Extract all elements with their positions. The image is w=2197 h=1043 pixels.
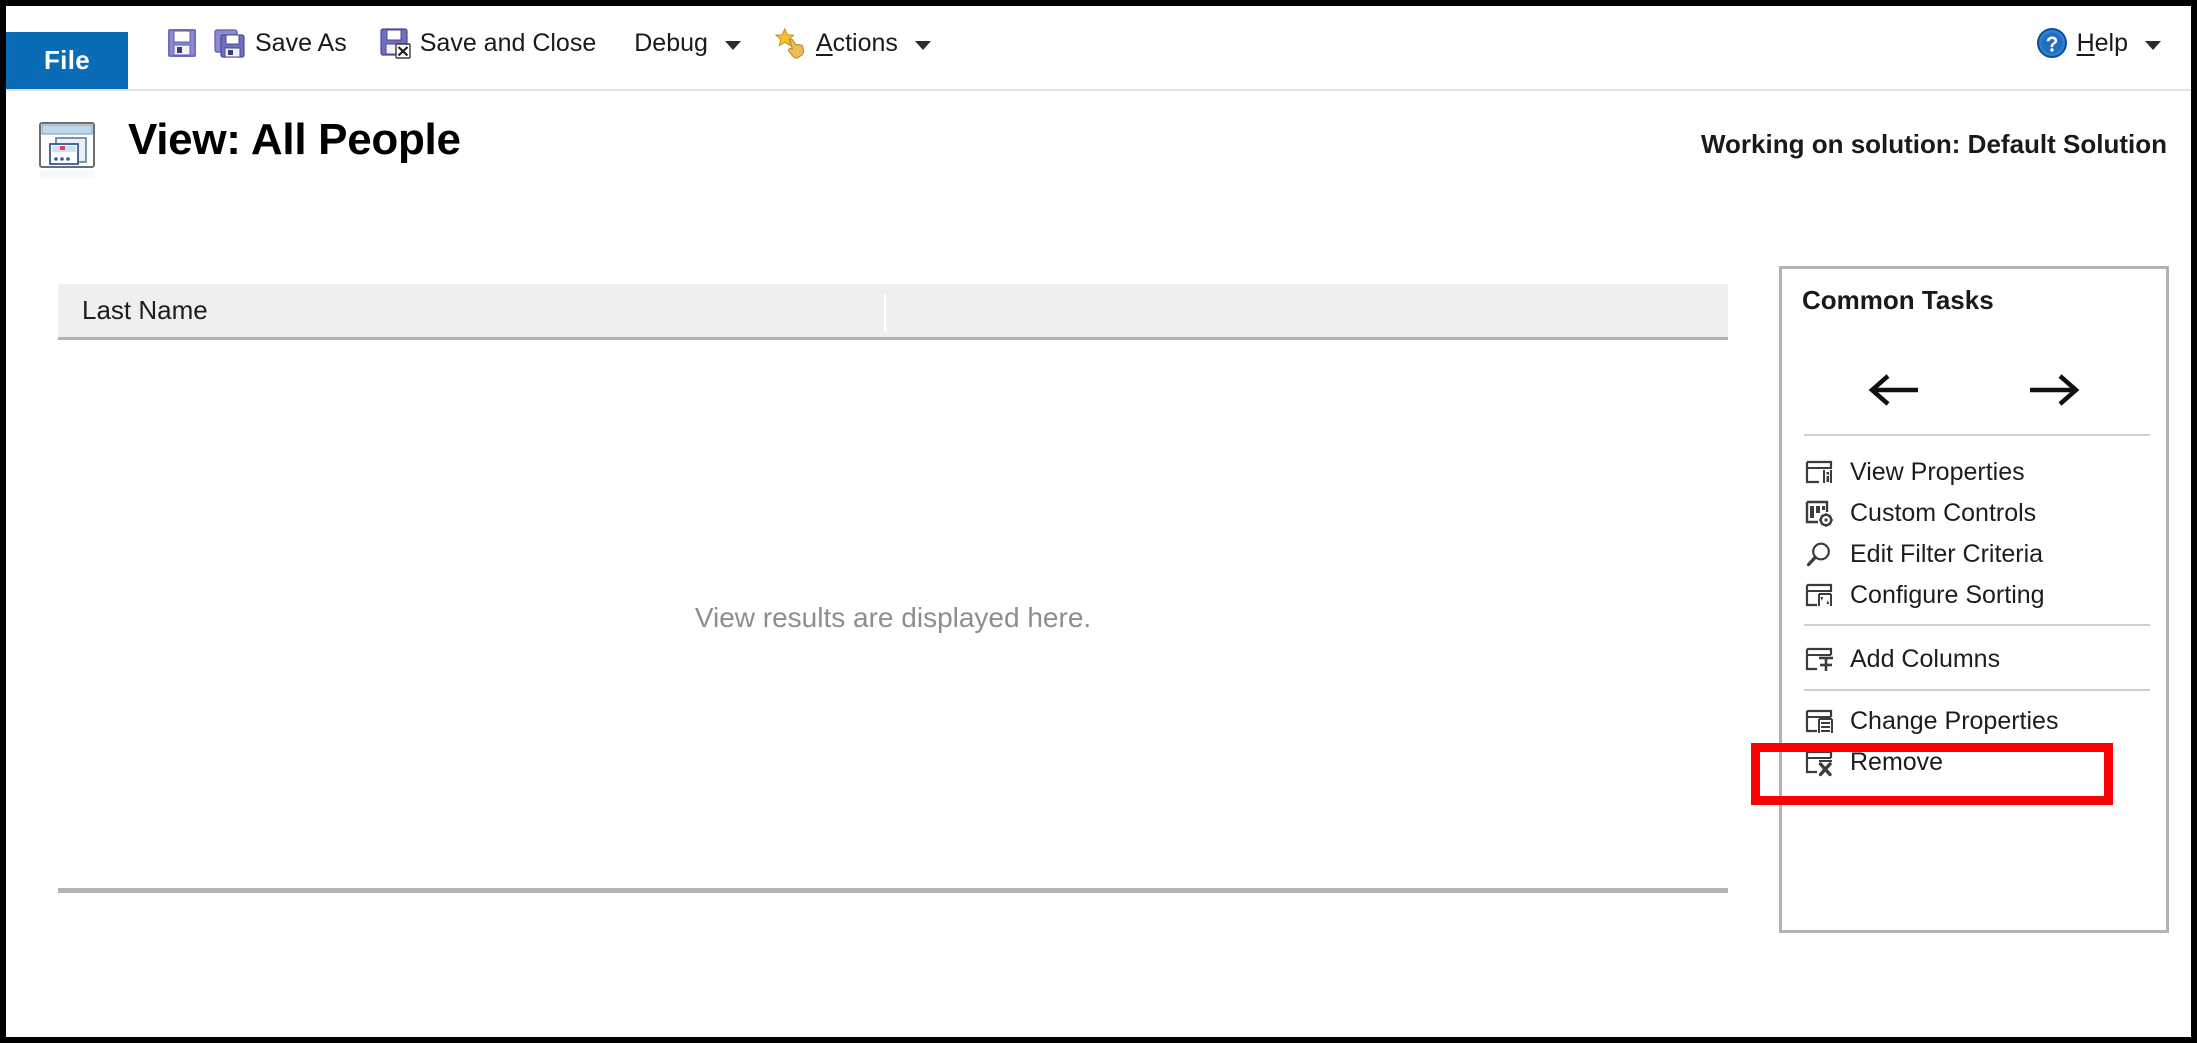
solution-context-label: Working on solution: Default Solution: [1700, 129, 2167, 159]
configure-sorting-icon: [1804, 580, 1836, 612]
chevron-down-icon: [2145, 41, 2161, 50]
common-tasks-title: Common Tasks: [1802, 285, 1994, 315]
common-task-add-columns[interactable]: Add Columns: [1782, 639, 2166, 680]
save-and-close-button[interactable]: Save and Close: [371, 19, 605, 67]
view-form-window-icon: [36, 117, 104, 183]
toolbar-commands: Save As Save and Close Debug Actions: [158, 14, 939, 72]
common-task-custom-controls[interactable]: Custom Controls: [1782, 493, 2166, 534]
file-tab[interactable]: File: [6, 32, 128, 89]
grid-column-header-last-name[interactable]: Last Name: [58, 295, 208, 326]
save-floppy-icon: [166, 27, 198, 59]
help-label-rest: elp: [2094, 28, 2128, 57]
debug-menu-button[interactable]: Debug: [626, 19, 749, 67]
common-task-label: Add Columns: [1850, 645, 2001, 673]
change-properties-icon: [1804, 706, 1836, 738]
panel-nav-arrows: [1782, 354, 2166, 426]
common-task-edit-filter-criteria[interactable]: Edit Filter Criteria: [1782, 534, 2166, 575]
chevron-down-icon: [914, 41, 931, 50]
debug-label: Debug: [634, 28, 708, 57]
chevron-down-icon: [724, 41, 741, 50]
common-tasks-group-1: View Properties Custom Controls Edit Fil…: [1782, 452, 2166, 616]
view-properties-icon: [1804, 457, 1836, 489]
panel-divider: [1804, 689, 2150, 691]
save-button[interactable]: [158, 19, 206, 67]
common-tasks-panel: Common Tasks View Properties Custom Cont…: [1779, 266, 2169, 933]
help-group: Help: [2028, 14, 2169, 72]
add-columns-icon: [1804, 644, 1836, 676]
grid-bottom-divider: [58, 890, 1728, 893]
actions-label-rest: ctions: [832, 28, 898, 57]
magnifier-icon: [1804, 539, 1836, 571]
page-title: View: All People: [128, 115, 461, 164]
arrow-right-icon[interactable]: [2022, 363, 2086, 417]
common-task-label: View Properties: [1850, 458, 2025, 486]
help-menu-button[interactable]: Help: [2028, 19, 2169, 67]
remove-column-icon: [1804, 747, 1836, 779]
save-and-close-floppy-icon: [379, 27, 411, 59]
grid-body: View results are displayed here.: [58, 340, 1728, 891]
common-tasks-group-2: Add Columns: [1782, 639, 2166, 680]
common-task-label: Edit Filter Criteria: [1850, 540, 2044, 568]
grid-empty-message: View results are displayed here.: [694, 602, 1092, 633]
save-and-close-label: Save and Close: [419, 28, 597, 57]
save-as-floppy-icon: [214, 27, 246, 59]
application-window: File Save As Save and Close Debug Action…: [0, 0, 2197, 1043]
common-task-configure-sorting[interactable]: Configure Sorting: [1782, 575, 2166, 616]
save-as-button[interactable]: Save As: [206, 19, 355, 67]
ribbon-toolbar: File Save As Save and Close Debug Action…: [6, 6, 2191, 91]
grid-header-row: Last Name: [58, 284, 1728, 340]
actions-star-hand-icon: [774, 27, 807, 59]
common-task-view-properties[interactable]: View Properties: [1782, 452, 2166, 493]
actions-label: Actions: [815, 28, 898, 57]
common-tasks-group-3: Change Properties Remove: [1782, 701, 2166, 783]
page-header: View: All People Working on solution: De…: [6, 93, 2191, 208]
arrow-left-icon[interactable]: [1862, 363, 1926, 417]
common-task-label: Configure Sorting: [1850, 581, 2045, 609]
common-task-label: Remove: [1850, 748, 1944, 776]
common-task-change-properties[interactable]: Change Properties: [1782, 701, 2166, 742]
common-task-remove[interactable]: Remove: [1782, 742, 2166, 783]
view-results-grid: Last Name View results are displayed her…: [58, 284, 1728, 894]
panel-divider: [1804, 624, 2150, 626]
common-task-label: Change Properties: [1850, 707, 2059, 735]
column-resize-handle[interactable]: [884, 294, 886, 332]
file-tab-label: File: [44, 45, 90, 75]
actions-menu-button[interactable]: Actions: [767, 19, 939, 67]
help-question-circle-icon: [2036, 27, 2068, 59]
save-as-label: Save As: [255, 28, 347, 57]
custom-controls-icon: [1804, 498, 1836, 530]
common-task-label: Custom Controls: [1850, 499, 2037, 527]
help-label: Help: [2076, 28, 2128, 57]
panel-divider: [1804, 434, 2150, 436]
